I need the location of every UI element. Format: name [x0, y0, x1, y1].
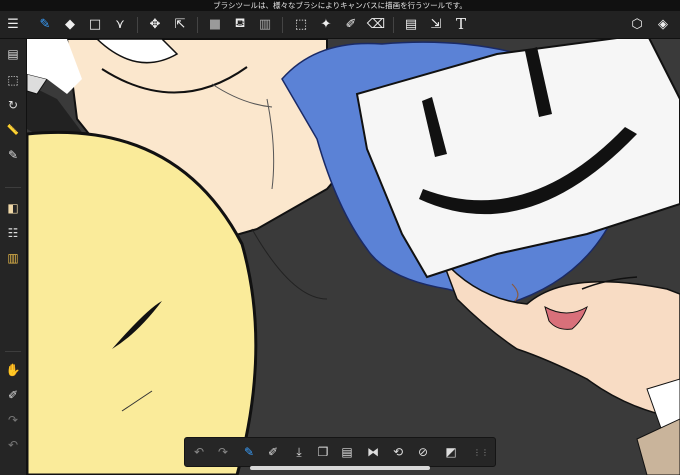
ruler-icon[interactable]: 📏 — [2, 119, 24, 141]
invert-selection-icon[interactable]: ◩ — [441, 441, 461, 463]
brush-icon[interactable]: ✎ — [34, 14, 56, 34]
status-tip: ブラシツールは、様々なブラシによりキャンバスに描画を行うツールです。 — [0, 0, 680, 11]
text-cursor-icon[interactable]: ⇲ — [425, 14, 447, 34]
top-toolbar: ☰ ✎ ◆ □ ⋎ ✥ ⇱ ■ ⛾ ▥ ⬚ ✦ ✐ ⌫ ▤ ⇲ T ⬡ ◈ — [0, 11, 680, 39]
eraser-icon[interactable]: ◆ — [59, 14, 81, 34]
deselect-icon[interactable]: ⊘ — [413, 441, 433, 463]
brush-settings-icon[interactable]: ✎ — [2, 144, 24, 166]
copy-icon[interactable]: ❐ — [313, 441, 333, 463]
tool-property-icon[interactable]: ☷ — [2, 222, 24, 244]
bottom-quick-bar: ↶ ↷ ✎ ✐ ⤓ ❐ ▤ ⧓ ⟲ ⊘ ◩ ⋮⋮ — [184, 437, 496, 467]
menu-icon[interactable]: ☰ — [2, 14, 24, 34]
clear-icon[interactable]: ✐ — [263, 441, 283, 463]
hand-icon[interactable]: ✋ — [2, 359, 24, 381]
eyedropper-icon[interactable]: ✐ — [2, 384, 24, 406]
gradient-icon[interactable]: ▥ — [254, 14, 276, 34]
more-icon[interactable]: ⋮⋮ — [471, 441, 491, 463]
home-indicator — [250, 466, 430, 470]
canvas-artwork — [27, 39, 680, 475]
redo-icon[interactable]: ↷ — [2, 409, 24, 431]
selection-eraser-icon[interactable]: ⌫ — [365, 14, 387, 34]
redo-icon[interactable]: ↷ — [213, 441, 233, 463]
fill-color-icon[interactable]: ■ — [204, 14, 226, 34]
paste-icon[interactable]: ▤ — [337, 441, 357, 463]
rotate-canvas-icon[interactable]: ⟲ — [388, 441, 408, 463]
left-sidebar: ▤ ⬚ ↻ 📏 ✎ ◧ ☷ ▥ ✋ ✐ ↷ ↶ — [0, 39, 27, 475]
color-swatch-icon[interactable]: ◧ — [2, 197, 24, 219]
layers-icon[interactable]: ◈ — [652, 14, 674, 34]
bucket-icon[interactable]: ⛾ — [229, 14, 251, 34]
undo-icon[interactable]: ↶ — [2, 434, 24, 456]
frame-divider-icon[interactable]: ▤ — [400, 14, 422, 34]
transform-icon[interactable]: ⇱ — [169, 14, 191, 34]
rotate-icon[interactable]: ↻ — [2, 94, 24, 116]
flip-horizontal-icon[interactable]: ⧓ — [363, 441, 383, 463]
materials-icon[interactable]: ⬡ — [626, 14, 648, 34]
brush-size-icon[interactable]: ✎ — [239, 441, 259, 463]
selection-icon[interactable]: ⬚ — [290, 14, 312, 34]
vector-icon[interactable]: ⋎ — [109, 14, 131, 34]
save-icon[interactable]: ⤓ — [289, 441, 309, 463]
undo-icon[interactable]: ↶ — [189, 441, 209, 463]
selection-pen-icon[interactable]: ✐ — [340, 14, 362, 34]
text-icon[interactable]: T — [450, 14, 472, 34]
pages-icon[interactable]: ▤ — [2, 43, 24, 65]
magic-wand-icon[interactable]: ✦ — [315, 14, 337, 34]
drawing-canvas[interactable] — [27, 39, 680, 475]
color-set-icon[interactable]: ▥ — [2, 247, 24, 269]
selection-area-icon[interactable]: ⬚ — [2, 69, 24, 91]
move-icon[interactable]: ✥ — [144, 14, 166, 34]
shape-icon[interactable]: □ — [84, 14, 106, 34]
